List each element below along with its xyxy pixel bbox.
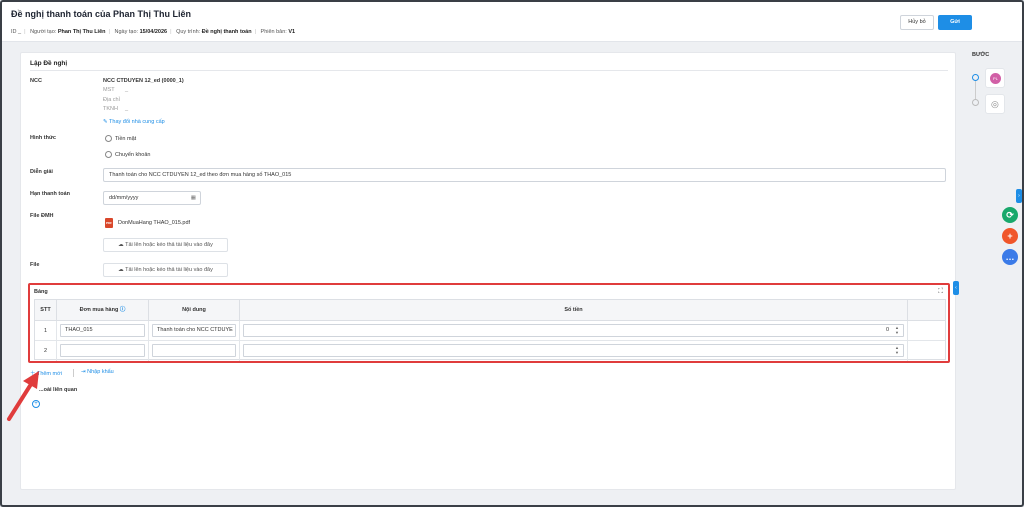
col-header-order: Đơn mua hàng ⓘ [57,300,149,321]
upload-text-file: Tải lên hoặc kéo thả tài liệu vào đây [125,267,213,273]
process-value: Đề nghị thanh toán [201,29,252,35]
id-label: ID [11,29,17,35]
amount-stepper[interactable]: ▲ ▼ [894,345,900,355]
import-icon: ⇥ [81,369,86,375]
upload-cloud-icon: ☁ [118,242,124,248]
add-fab-icon[interactable]: + [1002,228,1018,244]
file-dmh-name[interactable]: DonMuaHang THAO_015.pdf [118,220,190,226]
method-label: Hình thức [30,135,56,141]
row2-content-cell [149,341,240,361]
change-supplier-label: Thay đổi nhà cung cấp [109,119,165,125]
tknh-label: TKNH [103,106,118,112]
radio-transfer-label: Chuyển khoản [115,152,151,158]
meta-line: ID _ | Người tạo: Phan Thị Thu Liên | Ngày… [11,29,296,35]
step-2-card[interactable]: ◎ [985,94,1005,114]
mst-label: MST [103,87,115,93]
step-1-card[interactable]: PL [985,68,1005,88]
row2-content-input[interactable] [152,344,236,357]
version-label: Phiên bản: [260,29,287,35]
data-grid: STT Đơn mua hàng ⓘ Nội dung Số tiền 1 TH… [34,299,946,361]
version-value: V1 [288,29,296,35]
radio-cash-label: Tiền mặt [115,136,137,142]
process-label: Quy trình: [176,29,201,35]
due-date-input[interactable]: dd/mm/yyyy ▦ [103,191,201,205]
row2-stt: 2 [35,341,57,361]
pencil-icon: ✎ [103,119,108,125]
address-label: Địa chỉ [103,97,120,103]
avatar: PL [990,73,1001,84]
info-icon[interactable]: ⓘ [120,307,126,313]
section-divider [30,70,948,71]
tknh-value: _ [125,106,129,112]
creator-value: Phan Thị Thu Liên [57,29,106,35]
id-value: _ [18,29,22,35]
amount-stepper[interactable]: ▲ ▼ [894,325,900,335]
upload-dropzone-file[interactable]: ☁ Tải lên hoặc kéo thả tài liệu vào đây [103,263,228,277]
expand-right-panel-icon[interactable]: › [1016,189,1022,203]
due-date-placeholder: dd/mm/yyyy [109,195,139,201]
mst-value: _ [125,87,129,93]
row1-stt: 1 [35,321,57,341]
date-label: Ngày tạo: [114,29,139,35]
ncc-label: NCC [30,78,42,84]
upload-cloud-icon: ☁ [118,267,124,273]
expand-icon[interactable]: ⛶ [938,288,943,296]
file-label: File [30,262,40,268]
row1-actions-cell [908,321,945,341]
change-supplier-link[interactable]: ✎ Thay đổi nhà cung cấp [103,119,165,125]
row1-order-cell: THAO_015 [57,321,149,341]
row1-content-cell: Thanh toán cho NCC CTDUYE [149,321,240,341]
row1-content-input[interactable]: Thanh toán cho NCC CTDUYE [152,324,236,337]
col-header-content: Nội dung [149,300,240,321]
upload-dropzone-dmh[interactable]: ☁ Tải lên hoặc kéo thả tài liệu vào đây [103,238,228,252]
table-title: Bảng [34,289,48,295]
annotation-arrow-icon [7,371,39,421]
section-title: Lập Đề nghị [30,60,68,67]
row2-order-input[interactable] [60,344,145,357]
calendar-icon[interactable]: ▦ [191,192,196,204]
table-section-highlight: Bảng ⛶ STT Đơn mua hàng ⓘ Nội dung Số ti… [28,283,950,363]
collapse-panel-icon[interactable]: ‹ [953,281,959,295]
date-value: 15/04/2026 [139,29,168,35]
page-title: Đề nghị thanh toán của Phan Thị Thu Liên [11,9,191,19]
row2-amount-input[interactable]: ▲ ▼ [243,344,904,357]
col-header-amount: Số tiền [240,300,908,321]
pdf-icon: PDF [105,218,113,228]
desc-input[interactable]: Thanh toán cho NCC CTDUYEN 12_ed theo đơ… [103,168,946,182]
row1-order-input[interactable]: THAO_015 [60,324,145,337]
row1-amount-input[interactable]: 0 ▲ ▼ [243,324,904,337]
desc-label: Diễn giải [30,169,53,175]
user-icon: ◎ [991,99,999,109]
radio-cash[interactable] [105,135,112,142]
file-dmh-label: File ĐMH [30,213,54,219]
step-connector [975,81,976,99]
steps-panel: BƯỚC PL ◎ [964,52,1022,192]
action-divider [73,369,74,377]
app-window: Đề nghị thanh toán của Phan Thị Thu Liên… [0,0,1024,507]
col-header-stt: STT [35,300,57,321]
send-button[interactable]: Gửi [938,15,972,30]
header-bar: Đề nghị thanh toán của Phan Thị Thu Liên… [2,2,1022,42]
steps-title: BƯỚC [972,52,990,58]
col-header-order-label: Đơn mua hàng [79,307,119,313]
form-card: Lập Đề nghị NCC NCC CTDUYEN 12_ed (0000_… [7,52,956,490]
import-label: Nhập khẩu [87,369,114,375]
upload-text-dmh: Tải lên hoặc kéo thả tài liệu vào đây [125,242,213,248]
step-dot [972,99,979,106]
row2-amount-cell: ▲ ▼ [240,341,908,361]
row2-actions-cell [908,341,945,361]
due-label: Hạn thanh toán [30,191,71,197]
row1-amount-cell: 0 ▲ ▼ [240,321,908,341]
radio-transfer[interactable] [105,151,112,158]
chat-fab-icon[interactable]: … [1002,249,1018,265]
ncc-name: NCC CTDUYEN 12_ed (0000_1) [103,78,184,84]
import-button[interactable]: ⇥ Nhập khẩu [81,369,114,375]
cancel-button[interactable]: Hủy bỏ [900,15,934,30]
row1-amount-value: 0 [885,327,889,333]
step-dot-active [972,74,979,81]
col-header-actions [908,300,945,321]
refresh-fab-icon[interactable]: ⟳ [1002,207,1018,223]
row2-order-cell [57,341,149,361]
creator-label: Người tạo: [30,29,57,35]
